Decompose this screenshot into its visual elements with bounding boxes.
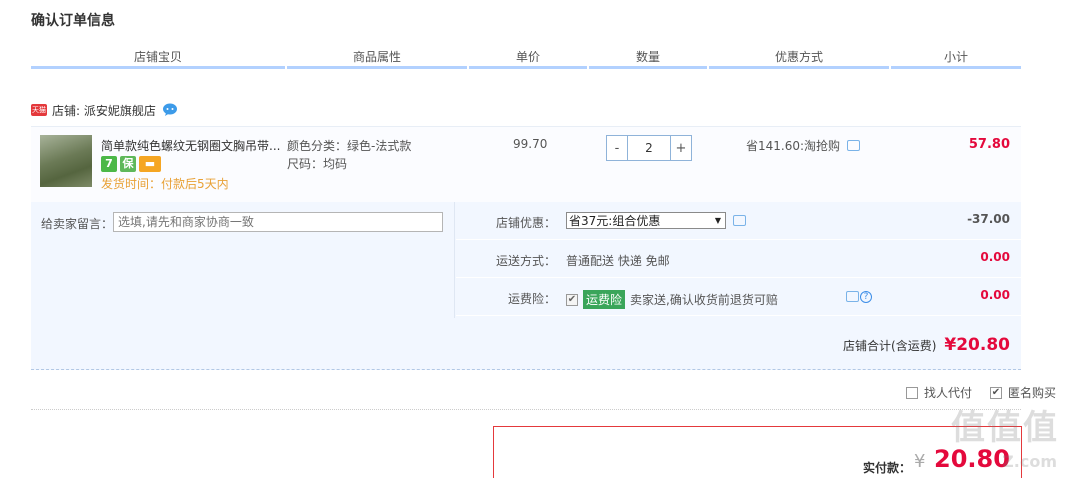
shipping-label: 运送方式： bbox=[496, 254, 557, 268]
help-icon[interactable]: ? bbox=[860, 291, 872, 303]
anonymous-checkbox[interactable]: ✔ bbox=[989, 386, 1002, 399]
order-table-header: 店铺宝贝 商品属性 单价 数量 优惠方式 小计 bbox=[31, 46, 1021, 72]
chevron-down-icon: ▼ bbox=[714, 216, 721, 225]
shop-discount-row: 店铺优惠： 省37元:组合优惠 ▼ -37.00 bbox=[456, 202, 1021, 240]
column-header-quantity: 数量 bbox=[589, 46, 707, 69]
shipping-row: 运送方式： 普通配送 快递 免邮 0.00 bbox=[456, 240, 1021, 278]
anonymous-option[interactable]: ✔ 匿名购买 bbox=[989, 384, 1056, 401]
order-options: 找人代付 ✔ 匿名购买 bbox=[905, 384, 1056, 401]
page-title: 确认订单信息 bbox=[31, 13, 115, 29]
insurance-desc: 卖家送,确认收货前退货可赔 bbox=[630, 293, 778, 307]
comment-icon[interactable] bbox=[847, 140, 861, 151]
watermark-sub: Z.com bbox=[1002, 452, 1057, 471]
column-header-attributes: 商品属性 bbox=[287, 46, 467, 69]
guarantee-icon[interactable]: 保 bbox=[120, 156, 136, 172]
insurance-label: 运费险： bbox=[508, 292, 557, 306]
column-header-items: 店铺宝贝 bbox=[31, 46, 285, 69]
quantity-decrease-button[interactable]: - bbox=[607, 136, 627, 160]
shop-discount-label: 店铺优惠： bbox=[496, 216, 557, 230]
product-thumbnail[interactable] bbox=[40, 135, 92, 187]
payment-amount: 20.80 bbox=[934, 445, 1010, 473]
comment-icon[interactable] bbox=[846, 291, 859, 302]
shop-name-link[interactable]: 店铺: 派安妮旗舰店 bbox=[52, 102, 156, 119]
shop-options-panel: 给卖家留言： 店铺优惠： 省37元:组合优惠 ▼ -37.00 运送方式： 普通… bbox=[31, 202, 1021, 370]
quantity-stepper: - + bbox=[606, 135, 692, 161]
seller-message-input[interactable] bbox=[113, 212, 443, 232]
column-header-promotion: 优惠方式 bbox=[709, 46, 889, 69]
insurance-amount: 0.00 bbox=[980, 288, 1010, 302]
chat-icon[interactable] bbox=[162, 103, 178, 117]
shop-total-amount: ¥20.80 bbox=[944, 335, 1010, 355]
product-attr-color: 颜色分类：绿色-法式款 bbox=[287, 139, 412, 153]
column-header-price: 单价 bbox=[469, 46, 587, 69]
promotion-text: 省141.60:淘抢购 bbox=[746, 139, 841, 153]
shipping-amount: 0.00 bbox=[980, 250, 1010, 264]
unit-price: 99.70 bbox=[513, 137, 548, 151]
seven-day-return-icon[interactable]: 7 bbox=[101, 156, 117, 172]
shop-discount-selected: 省37元:组合优惠 bbox=[569, 214, 661, 228]
anonymous-label: 匿名购买 bbox=[1007, 386, 1056, 400]
item-subtotal: 57.80 bbox=[968, 137, 1010, 152]
product-attr-size: 尺码：均码 bbox=[287, 157, 348, 171]
proxy-pay-label: 找人代付 bbox=[923, 386, 972, 400]
ship-time: 发货时间：付款后5天内 bbox=[101, 177, 229, 191]
insurance-row: 运费险： ✔ 运费险 卖家送,确认收货前退货可赔 ? 0.00 bbox=[456, 278, 1021, 316]
credit-card-icon[interactable]: ▬ bbox=[139, 156, 161, 172]
payment-label: 实付款： bbox=[863, 461, 912, 475]
quantity-increase-button[interactable]: + bbox=[671, 136, 691, 160]
order-item-row: 简单款纯色螺纹无钢圈文胸吊带... 7 保 ▬ 发货时间：付款后5天内 颜色分类… bbox=[31, 126, 1021, 202]
shop-total-label: 店铺合计(含运费) bbox=[843, 339, 937, 353]
column-header-subtotal: 小计 bbox=[891, 46, 1021, 69]
shop-total: 店铺合计(含运费) ¥20.80 bbox=[843, 335, 1010, 355]
quantity-input[interactable] bbox=[627, 136, 671, 160]
comment-icon[interactable] bbox=[733, 215, 746, 226]
proxy-pay-option[interactable]: 找人代付 bbox=[905, 384, 972, 401]
shipping-method: 普通配送 快递 免邮 bbox=[566, 254, 670, 268]
shop-discount-amount: -37.00 bbox=[967, 212, 1010, 226]
shop-header: 天猫 店铺: 派安妮旗舰店 bbox=[31, 100, 178, 120]
proxy-pay-checkbox[interactable] bbox=[905, 386, 918, 399]
seller-message-section: 给卖家留言： bbox=[31, 202, 455, 318]
seller-message-label: 给卖家留言： bbox=[41, 217, 114, 231]
shop-discount-select[interactable]: 省37元:组合优惠 ▼ bbox=[566, 212, 726, 229]
tmall-badge: 天猫 bbox=[31, 104, 47, 116]
promotion-info: 省141.60:淘抢购 bbox=[746, 137, 861, 154]
product-title-link[interactable]: 简单款纯色螺纹无钢圈文胸吊带... bbox=[101, 137, 281, 154]
watermark: 值值值 bbox=[951, 408, 1059, 448]
insurance-checkbox[interactable]: ✔ bbox=[566, 293, 578, 306]
payment-currency: ¥ bbox=[914, 451, 926, 472]
payment-summary: 实付款： ¥ 20.80 bbox=[493, 426, 1022, 478]
divider bbox=[31, 409, 1021, 410]
service-badges: 7 保 ▬ bbox=[101, 156, 161, 172]
insurance-tag: 运费险 bbox=[583, 290, 626, 309]
